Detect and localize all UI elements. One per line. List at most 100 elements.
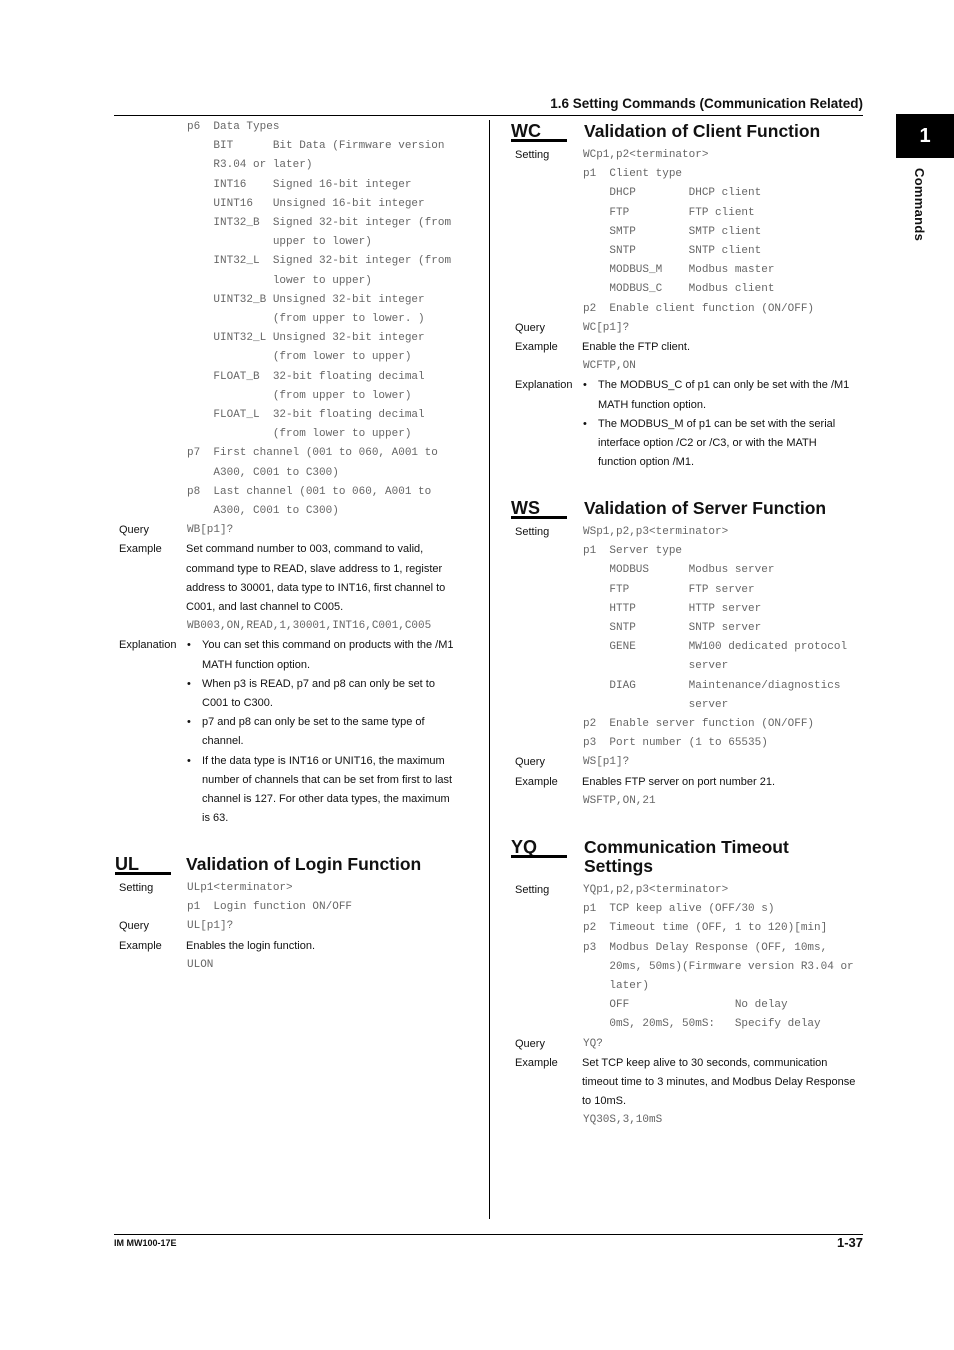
code-text: UINT32_B Unsigned 32-bit integer <box>187 293 425 306</box>
body-text: C001, and last channel to C005. <box>186 601 344 613</box>
code-text: p3 Port number (1 to 65535) <box>583 737 768 750</box>
bullet-icon: • <box>187 754 191 767</box>
column-divider <box>489 120 490 1219</box>
code-text: p1 Login function ON/OFF <box>187 901 353 914</box>
code-text: UINT16 Unsigned 16-bit integer <box>187 197 425 210</box>
code-text: SNTP SNTP server <box>583 622 762 634</box>
field-label: Query <box>119 524 149 537</box>
body-text: function option /M1. <box>598 456 695 469</box>
code-text: GENE MW100 dedicated protocol <box>583 641 848 654</box>
section-title: 1.6 Setting Commands (Communication Rela… <box>550 96 863 111</box>
header-rule <box>114 115 863 116</box>
code-text: YQp1,p2,p3<terminator> <box>583 884 729 896</box>
code-text: p1 Client type <box>583 168 683 181</box>
body-text: address to 30001, data type to INT16, fi… <box>186 581 446 594</box>
bullet-icon: • <box>583 379 587 392</box>
field-label: Setting <box>515 884 550 896</box>
command-code-ul: UL <box>115 854 139 874</box>
body-text: Set TCP keep alive to 30 seconds, commun… <box>582 1056 828 1069</box>
code-text: (from upper to lower) <box>187 389 412 402</box>
section-heading-yq: Communication Timeout <box>584 837 789 857</box>
code-text: OFF No delay <box>583 999 788 1012</box>
code-text: A300, C001 to C300) <box>187 505 339 517</box>
field-label: Setting <box>119 882 154 894</box>
field-label: Setting <box>515 149 550 161</box>
code-underline <box>511 139 567 142</box>
command-code-wc: WC <box>511 121 541 141</box>
code-text: (from lower to upper) <box>187 351 412 364</box>
bullet-icon: • <box>187 677 191 690</box>
field-label: Setting <box>515 526 550 538</box>
body-text: number of channels that can be set from … <box>202 773 453 786</box>
body-text: is 63. <box>202 812 229 825</box>
body-text: channel. <box>202 735 244 748</box>
code-text: WS[p1]? <box>583 756 630 769</box>
field-label: Query <box>515 321 545 334</box>
code-text: WB[p1]? <box>187 524 234 537</box>
body-text: to 10mS. <box>582 1095 627 1108</box>
code-text: A300, C001 to C300) <box>187 466 339 479</box>
body-text: The MODBUS_M of p1 can be set with the s… <box>598 417 836 430</box>
code-text: p2 Enable server function (ON/OFF) <box>583 718 815 730</box>
bullet-icon: • <box>187 716 191 729</box>
body-text: When p3 is READ, p7 and p8 can only be s… <box>202 677 435 690</box>
field-label: Explanation <box>515 379 573 392</box>
field-label: Query <box>119 920 149 933</box>
code-text: ULp1<terminator> <box>187 882 293 894</box>
code-text: WCFTP,ON <box>583 360 636 373</box>
body-text: interface option /C2 or /C3, or with the… <box>598 437 817 449</box>
code-text: p7 First channel (001 to 060, A001 to <box>187 447 438 460</box>
field-label: Example <box>515 1056 558 1069</box>
code-text: SNTP SNTP client <box>583 245 762 257</box>
code-underline <box>511 855 567 858</box>
code-text: FTP FTP server <box>583 583 755 596</box>
command-code-ws: WS <box>511 498 540 518</box>
field-label: Example <box>119 543 162 556</box>
body-text: Set command number to 003, command to va… <box>186 543 424 556</box>
code-text: FTP FTP client <box>583 206 755 219</box>
body-text: Enables the login function. <box>186 939 316 952</box>
code-text: INT16 Signed 16-bit integer <box>187 178 412 191</box>
code-text: p8 Last channel (001 to 060, A001 to <box>187 485 432 498</box>
section-heading-yq-line2: Settings <box>584 856 654 876</box>
body-text: C001 to C300. <box>202 697 273 709</box>
code-underline <box>511 516 567 519</box>
body-text: command type to READ, slave address to 1… <box>186 562 443 575</box>
chapter-label: Commands <box>912 168 927 242</box>
code-text: R3.04 or later) <box>187 159 313 172</box>
code-text: server <box>583 698 729 711</box>
code-text: p1 TCP keep alive (OFF/30 s) <box>583 903 775 916</box>
field-label: Query <box>515 756 545 769</box>
code-text: ULON <box>187 958 214 971</box>
field-label: Example <box>515 341 558 353</box>
code-text: 20ms, 50ms)(Firmware version R3.04 or <box>583 960 854 973</box>
body-text: Enable the FTP client. <box>582 341 691 353</box>
code-text: WCp1,p2<terminator> <box>583 149 709 161</box>
code-text: YQ30S,3,10mS <box>583 1114 663 1127</box>
code-text: DIAG Maintenance/diagnostics <box>583 679 841 692</box>
code-text: UL[p1]? <box>187 920 234 933</box>
code-text: p1 Server type <box>583 545 683 558</box>
field-label: Example <box>515 775 558 788</box>
code-text: WSp1,p2,p3<terminator> <box>583 526 729 538</box>
command-code-yq: YQ <box>511 837 538 857</box>
code-text: UINT32_L Unsigned 32-bit integer <box>187 332 425 345</box>
code-underline <box>115 872 171 875</box>
code-text: INT32_L Signed 32-bit integer (from <box>187 255 452 268</box>
code-text: upper to lower) <box>187 236 372 249</box>
section-heading-ul: Validation of Login Function <box>186 854 422 874</box>
code-text: p6 Data Types <box>187 121 280 133</box>
field-label: Example <box>119 939 162 952</box>
body-text: You can set this command on products wit… <box>202 639 454 652</box>
code-text: p2 Enable client function (ON/OFF) <box>583 302 815 315</box>
code-text: WSFTP,ON,21 <box>583 794 656 807</box>
code-text: (from lower to upper) <box>187 428 412 441</box>
code-text: DHCP DHCP client <box>583 187 762 200</box>
code-text: WC[p1]? <box>583 321 630 334</box>
code-text: p2 Timeout time (OFF, 1 to 120)[min] <box>583 922 828 935</box>
code-text: FLOAT_B 32-bit floating decimal <box>187 370 425 383</box>
code-text: HTTP HTTP server <box>583 602 762 615</box>
body-text: p7 and p8 can only be set to the same ty… <box>202 716 425 729</box>
chapter-tab: 1 <box>896 114 954 158</box>
code-text: BIT Bit Data (Firmware version <box>187 140 445 153</box>
